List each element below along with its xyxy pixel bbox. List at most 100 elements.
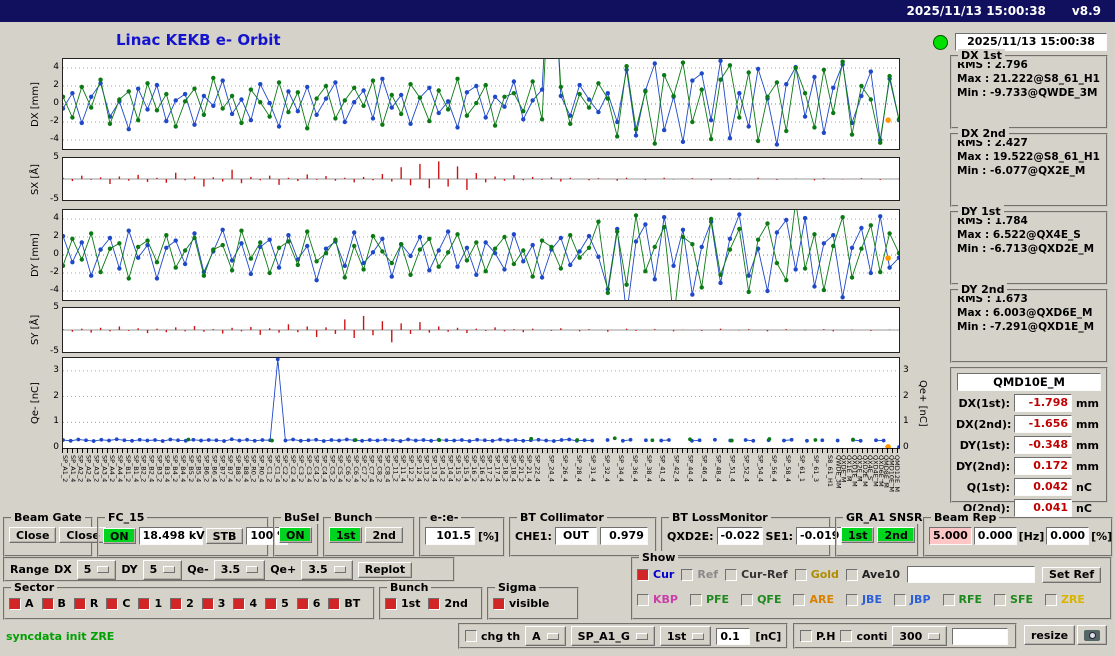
show-checkbox-cur[interactable]: Cur [637, 568, 674, 581]
set-ref-button[interactable]: Set Ref [1041, 566, 1102, 583]
bpm-row-value: 0.041 [1014, 499, 1072, 517]
bpm-row-unit: nC [1076, 501, 1092, 515]
chg-th-checkbox[interactable]: chg th [465, 630, 520, 643]
checkbox-indicator [800, 630, 812, 642]
bunch-2nd-button[interactable]: 2nd [365, 527, 403, 543]
sector-checkbox-r[interactable]: R [73, 597, 98, 610]
stats-dy-1st: DY 1st RMS : 1.784 Max : 6.522@QX4E_S Mi… [950, 205, 1108, 285]
sector-checkbox-4[interactable]: 4 [233, 597, 257, 610]
bunch-select[interactable]: 1st [659, 626, 712, 646]
bunch-group: Bunch 1st 2nd [323, 511, 415, 557]
checkbox-label: JBP [909, 593, 931, 606]
ee-ratio-unit: [%] [478, 529, 500, 543]
checkbox-indicator [637, 568, 649, 581]
sector-checkbox-6[interactable]: 6 [296, 597, 320, 610]
bpm-row-value: -0.348 [1014, 436, 1072, 454]
show-checkbox-gold[interactable]: Gold [794, 568, 839, 581]
sector-checkbox-c[interactable]: C [106, 597, 130, 610]
gr-snsr-2nd-button[interactable]: 2nd [877, 527, 915, 543]
sector-checkbox-3[interactable]: 3 [201, 597, 226, 610]
replot-button[interactable]: Replot [357, 561, 413, 578]
gr-snsr-1st-button[interactable]: 1st [841, 527, 875, 543]
show-checkbox-ref[interactable]: Ref [681, 568, 718, 581]
y-tick-label: 2 [903, 390, 909, 401]
group-label: BT LossMonitor [669, 511, 771, 524]
plot-sx: 5 -5 SX [Å] [30, 152, 900, 204]
sector-select[interactable]: A [525, 626, 566, 646]
overlay-checkbox-are[interactable]: ARE [793, 593, 834, 606]
fc15-stb-button[interactable]: STB [205, 528, 244, 544]
checkbox-label: 3 [217, 597, 226, 610]
sector-checkbox-a[interactable]: A [9, 597, 34, 610]
busel-on-button[interactable]: ON [279, 527, 312, 543]
range-qem-select[interactable]: 3.5 [213, 559, 266, 580]
bpm-row-value: 0.042 [1014, 478, 1072, 496]
sector-checkbox-1[interactable]: 1 [138, 597, 162, 610]
group-label: BuSel [281, 511, 323, 524]
che1-position: OUT [554, 527, 597, 545]
checkbox-indicator [725, 568, 738, 581]
checkbox-indicator [637, 593, 649, 606]
bpm-value-row: DY(1st): -0.348 mm [956, 436, 1102, 454]
checkbox-indicator [265, 597, 278, 610]
sigma-checkbox-visible[interactable]: visible [493, 597, 549, 610]
overlay-checkbox-qfe[interactable]: QFE [741, 593, 781, 606]
overlay-checkbox-jbp[interactable]: JBP [893, 593, 931, 606]
bpm-value-row: Q(1st): 0.042 nC [956, 478, 1102, 496]
sector-checkbox-5[interactable]: 5 [265, 597, 289, 610]
bpm-row-unit: mm [1076, 396, 1099, 410]
ph-checkbox[interactable]: P.H [800, 630, 835, 643]
bunch-1st-button[interactable]: 1st [329, 527, 363, 543]
bpm-select[interactable]: SP_A1_G [570, 626, 655, 646]
ref-file-entry[interactable] [906, 566, 1035, 583]
show-checkbox-cur-ref[interactable]: Cur-Ref [725, 568, 788, 581]
bt-lossmonitor-group: BT LossMonitor QXD2E: -0.022 SE1: -0.019 [661, 511, 843, 557]
count-select[interactable]: 300 [892, 626, 948, 646]
bunch-checkbox-2nd[interactable]: 2nd [428, 597, 468, 610]
y-tick-label: 4 [53, 62, 59, 72]
beam-rep-group: Beam Rep 5.000 0.000 [Hz] 0.000 [%] [923, 511, 1113, 557]
resize-button[interactable]: resize [1024, 625, 1076, 645]
checkbox-label: Cur [653, 568, 675, 581]
bpm-row-unit: nC [1076, 480, 1092, 494]
snapshot-button[interactable] [1077, 625, 1107, 645]
checkbox-indicator [41, 597, 54, 610]
sector-checkbox-bt[interactable]: BT [328, 597, 360, 610]
checkbox-label: 2 [186, 597, 194, 610]
checkbox-label: PFE [705, 593, 730, 606]
optionmenu-indicator-icon [635, 632, 648, 640]
checkbox-label: 2nd [444, 597, 468, 610]
count-entry[interactable] [952, 627, 1009, 645]
qxd2e-value: -0.022 [716, 527, 763, 545]
sector-checkbox-2[interactable]: 2 [170, 597, 194, 610]
sector-group: Sector A B R C 1 2 3 4 5 6 BT [3, 581, 375, 620]
se1-label: SE1: [765, 529, 794, 543]
checkbox-indicator [681, 568, 694, 581]
fc15-on-button[interactable]: ON [103, 528, 136, 544]
range-dx-select[interactable]: 5 [76, 559, 117, 580]
checkbox-indicator [840, 630, 853, 642]
conti-checkbox[interactable]: conti [840, 630, 887, 643]
overlay-checkbox-pfe[interactable]: PFE [689, 593, 730, 606]
range-qep-select[interactable]: 3.5 [301, 559, 353, 580]
show-checkbox-ave10[interactable]: Ave10 [845, 568, 900, 581]
overlay-checkbox-rfe[interactable]: RFE [942, 593, 982, 606]
checkbox-label: 4 [249, 597, 258, 610]
stat-min: Min : -7.291@QXD1E_M [957, 321, 1095, 333]
beam-gate-close-button-1[interactable]: Close [9, 527, 57, 543]
y-tick-label: 1 [903, 416, 909, 427]
overlay-checkbox-kbp[interactable]: KBP [637, 593, 678, 606]
y-tick-label: 0 [53, 249, 59, 259]
overlay-checkbox-jbe[interactable]: JBE [845, 593, 882, 606]
plot-qe: 3 3 2 2 1 1 0 0 Qe- [nC] Qe+ [nC] [30, 357, 928, 452]
overlay-checkbox-zre[interactable]: ZRE [1044, 593, 1085, 606]
selected-bpm-panel: QMD10E_M DX(1st): -1.798 mm DX(2nd): -1.… [950, 367, 1108, 517]
threshold-entry[interactable] [716, 627, 751, 645]
group-label: Beam Gate [11, 511, 85, 524]
bpm-row-label: DX(1st): [958, 396, 1010, 410]
range-dy-select[interactable]: 5 [142, 559, 183, 580]
bunch-checkbox-1st[interactable]: 1st [385, 597, 420, 610]
optionmenu-indicator-icon [333, 566, 346, 573]
overlay-checkbox-sfe[interactable]: SFE [994, 593, 1033, 606]
sector-checkbox-b[interactable]: B [41, 597, 66, 610]
